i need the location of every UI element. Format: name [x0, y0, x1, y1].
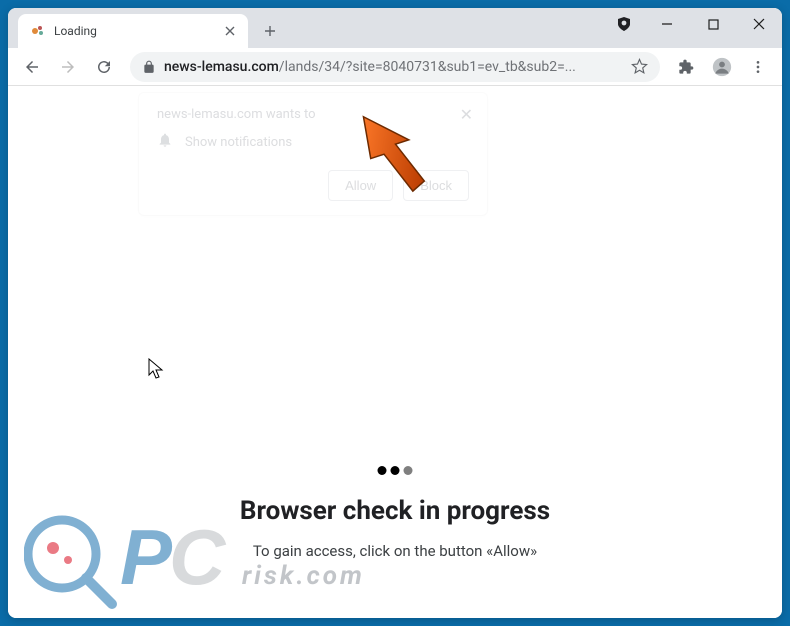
notification-popup: ✕ news-lemasu.com wants to Show notifica… [138, 92, 488, 216]
close-window-button[interactable] [736, 8, 782, 40]
browser-window: Loading [8, 8, 782, 618]
cursor-icon [148, 358, 166, 384]
profile-avatar-icon[interactable] [706, 51, 738, 83]
maximize-button[interactable] [690, 8, 736, 40]
new-tab-button[interactable] [256, 17, 284, 45]
url-host: news-lemasu.com [164, 59, 279, 75]
window-controls [604, 8, 782, 40]
url-text: news-lemasu.com/lands/34/?site=8040731&s… [164, 59, 623, 75]
lock-icon [142, 60, 156, 74]
notification-close-icon[interactable]: ✕ [460, 105, 473, 124]
loading-dots-icon [378, 466, 413, 475]
bell-icon [157, 132, 173, 152]
forward-button[interactable] [52, 51, 84, 83]
url-path: /lands/34/?site=8040731&sub1=ev_tb&sub2=… [279, 59, 576, 75]
page-headline: Browser check in progress [8, 496, 782, 526]
address-bar[interactable]: news-lemasu.com/lands/34/?site=8040731&s… [130, 52, 660, 82]
browser-tab[interactable]: Loading [18, 14, 248, 48]
shield-icon[interactable] [604, 8, 644, 40]
wm-sub: risk.com [242, 561, 365, 591]
allow-button[interactable]: Allow [328, 170, 393, 201]
tab-title: Loading [54, 24, 222, 38]
reload-button[interactable] [88, 51, 120, 83]
toolbar: news-lemasu.com/lands/34/?site=8040731&s… [8, 48, 782, 86]
back-button[interactable] [16, 51, 48, 83]
page-content: ✕ news-lemasu.com wants to Show notifica… [8, 86, 782, 618]
notification-origin: news-lemasu.com wants to [157, 107, 469, 122]
page-subline: To gain access, click on the button «All… [8, 542, 782, 560]
favicon-icon [30, 23, 46, 39]
bookmark-star-icon[interactable] [631, 58, 648, 75]
extensions-icon[interactable] [670, 51, 702, 83]
notification-label: Show notifications [185, 135, 292, 150]
titlebar: Loading [8, 8, 782, 48]
block-button[interactable]: Block [403, 170, 469, 201]
close-tab-icon[interactable] [222, 23, 238, 39]
minimize-button[interactable] [644, 8, 690, 40]
menu-icon[interactable] [742, 51, 774, 83]
